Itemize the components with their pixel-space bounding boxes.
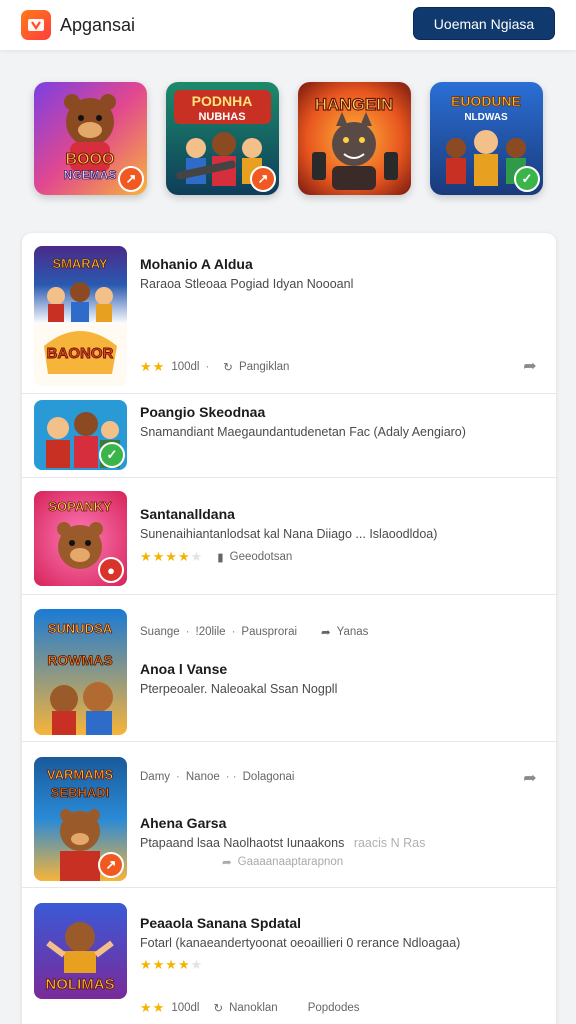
size-label: Nanoe xyxy=(185,771,220,783)
game-pre-meta: Damy · Nanoe · · Dolagonai xyxy=(140,771,294,783)
game-title: Anoa l Vanse xyxy=(140,661,228,677)
subtitle-main: Ptapaand lsaa Naolhaotst Iunaakons xyxy=(140,836,345,850)
list-thumb: SMARAY BAONOR xyxy=(34,246,127,386)
game-list: SMARAY BAONOR Mohanio A Aldua Raraoa Stl… xyxy=(22,233,556,1024)
arrow-icon: ↗ xyxy=(250,166,276,192)
row4-art-text-bottom: ROWMAS xyxy=(47,652,112,668)
game-rating: ★★★★★ xyxy=(140,957,203,973)
logo-glyph xyxy=(28,19,44,31)
share-small-icon: ➦ xyxy=(321,627,331,639)
row5-art-text-top: VARMAMS xyxy=(47,767,114,782)
meta-separator: · xyxy=(205,361,210,373)
download-count: 100dl xyxy=(171,361,200,373)
subtitle-faint: raacis N Ras xyxy=(353,836,426,850)
header-action-button[interactable]: Uoeman Ngiasa xyxy=(413,7,555,40)
game-meta: ★★ 100dl · ↻ Pangiklan xyxy=(140,359,289,375)
publisher-label: Pangiklan xyxy=(238,361,290,373)
arrow-icon: ↗ xyxy=(98,852,124,878)
refresh-icon: ↻ xyxy=(213,1003,224,1015)
meta-separator: · · xyxy=(225,771,237,783)
meta-separator: · xyxy=(185,626,190,638)
featured-game-3[interactable]: HANGEIN xyxy=(298,82,411,195)
list-item[interactable]: VARMAMS SEBHADI ↗ Damy · Nanoe · · Dolag… xyxy=(22,742,556,888)
meta-separator: · xyxy=(231,626,236,638)
arrow-icon: ↗ xyxy=(118,166,144,192)
publisher-label: Pausprorai xyxy=(241,626,298,638)
feat-4-art-text-2: NLDWAS xyxy=(464,112,508,123)
list-item[interactable]: ✓ Poangio Skeodnaa Snamandiant Maegaunda… xyxy=(22,394,556,478)
list-thumb: SUNUDSA ROWMAS xyxy=(34,609,127,735)
feat-1-art-text-2: NGEMAS xyxy=(64,168,117,182)
share-small-icon: ➦ xyxy=(222,857,232,869)
check-icon: ✓ xyxy=(99,442,125,468)
share-icon[interactable]: ➦ xyxy=(520,768,540,788)
featured-game-1[interactable]: BOOO NGEMAS ↗ xyxy=(34,82,147,195)
list-thumb: SOPANKY ● xyxy=(34,491,127,586)
list-thumb: NOLIMAS xyxy=(34,903,127,999)
publisher-label: Nanoklan xyxy=(229,1002,278,1014)
game-pre-meta: Suange · !20lile · Pausprorai ➦ Yanas xyxy=(140,625,368,639)
publisher-label: Dolagonai xyxy=(242,771,295,783)
list-item[interactable]: SUNUDSA ROWMAS Suange · !20lile · Pauspr… xyxy=(22,595,556,742)
game-title: Poangio Skeodnaa xyxy=(140,404,266,420)
gamepad-icon: ● xyxy=(98,557,124,583)
store-logo-icon[interactable] xyxy=(21,10,51,40)
check-icon: ✓ xyxy=(514,166,540,192)
game-subtitle: Pterpeoaler. Naleoakal Ssan Nogpll xyxy=(140,682,338,696)
game-subtitle: Snamandiant Maegaundantudenetan Fac (Ada… xyxy=(140,425,466,439)
publisher-label: Geeodotsan xyxy=(229,551,293,563)
featured-game-4[interactable]: EUODUNE NLDWAS ✓ xyxy=(430,82,543,195)
category-label: Suange xyxy=(140,626,180,638)
game-meta: ➦ Gaaaanaaptarapnon xyxy=(222,855,343,869)
game-meta: ★★ 100dl ↻ Nanoklan Popdodes xyxy=(140,1000,359,1016)
app-title: Apgansai xyxy=(60,14,136,35)
game-subtitle: Ptapaand lsaa Naolhaotst Iunaakons raaci… xyxy=(140,836,425,850)
list-thumb: ✓ xyxy=(34,400,127,470)
download-count: 100dl xyxy=(171,1002,200,1014)
refresh-icon: ↻ xyxy=(223,362,233,374)
feat-2-art-text-1: PODNHA xyxy=(192,93,253,109)
rating-stars: ★★ xyxy=(140,359,166,374)
featured-carousel: BOOO NGEMAS ↗ PODNHA NUBHAS ↗ HANGEIN EU… xyxy=(0,82,576,197)
game-meta: ★★★★★ ▮ Geeodotsan xyxy=(140,549,292,565)
row3-art-text-top: SOPANKY xyxy=(48,499,112,514)
size-label: !20lile xyxy=(195,626,226,638)
feat-2-art-text-2: NUBHAS xyxy=(198,111,245,123)
extra-label: Popdodes xyxy=(307,1002,360,1014)
top-app-bar: Apgansai Uoeman Ngiasa xyxy=(0,0,576,50)
publisher-label: Gaaaanaaptarapnon xyxy=(237,856,344,868)
extra-label: Yanas xyxy=(336,626,369,638)
list-item[interactable]: SMARAY BAONOR Mohanio A Aldua Raraoa Stl… xyxy=(22,233,556,394)
list-thumb: VARMAMS SEBHADI ↗ xyxy=(34,757,127,881)
game-subtitle: Fotarl (kanaeandertyoonat oeoaillieri 0 … xyxy=(140,936,461,950)
game-title: Ahena Garsa xyxy=(140,815,227,831)
list-item[interactable]: NOLIMAS Peaaola Sanana Spdatal Fotarl (k… xyxy=(22,888,556,1024)
feat-3-art-text-1: HANGEIN xyxy=(315,95,393,114)
device-icon: ▮ xyxy=(217,552,224,564)
row5-art-text-bottom: SEBHADI xyxy=(51,785,110,800)
game-title: Mohanio A Aldua xyxy=(140,256,253,272)
category-label: Damy xyxy=(140,771,171,783)
game-title: Santanalldana xyxy=(140,506,235,522)
row1-art-text-bottom: BAONOR xyxy=(47,345,114,362)
game-subtitle: Sunenaihiantanlodsat kal Nana Diiago ...… xyxy=(140,527,438,541)
game-art-wolf-boss: HANGEIN xyxy=(298,82,411,195)
game-art-hero-cast: NOLIMAS xyxy=(34,903,127,999)
share-icon[interactable]: ➦ xyxy=(520,356,540,376)
row4-art-text-top: SUNUDSA xyxy=(48,621,113,636)
featured-game-2[interactable]: PODNHA NUBHAS ↗ xyxy=(166,82,279,195)
game-subtitle: Raraoa Stleoaa Pogiad Idyan Noooanl xyxy=(140,277,354,291)
rating-stars-small: ★★ xyxy=(140,1000,166,1015)
game-art-arena: SMARAY BAONOR xyxy=(34,246,127,386)
rating-stars: ★★★★★ xyxy=(140,957,204,972)
game-art-bear-tour: SUNUDSA ROWMAS xyxy=(34,609,127,735)
meta-separator: · xyxy=(176,771,180,783)
row1-art-text-top: SMARAY xyxy=(52,256,107,271)
game-title: Peaaola Sanana Spdatal xyxy=(140,915,302,931)
rating-stars: ★★★★★ xyxy=(140,549,204,564)
list-item[interactable]: SOPANKY ● Santanalldana Sunenaihiantanlo… xyxy=(22,478,556,595)
feat-1-art-text-1: BOOO xyxy=(66,151,115,168)
row6-art-text-bottom: NOLIMAS xyxy=(45,976,114,993)
feat-4-art-text-1: EUODUNE xyxy=(451,93,521,109)
